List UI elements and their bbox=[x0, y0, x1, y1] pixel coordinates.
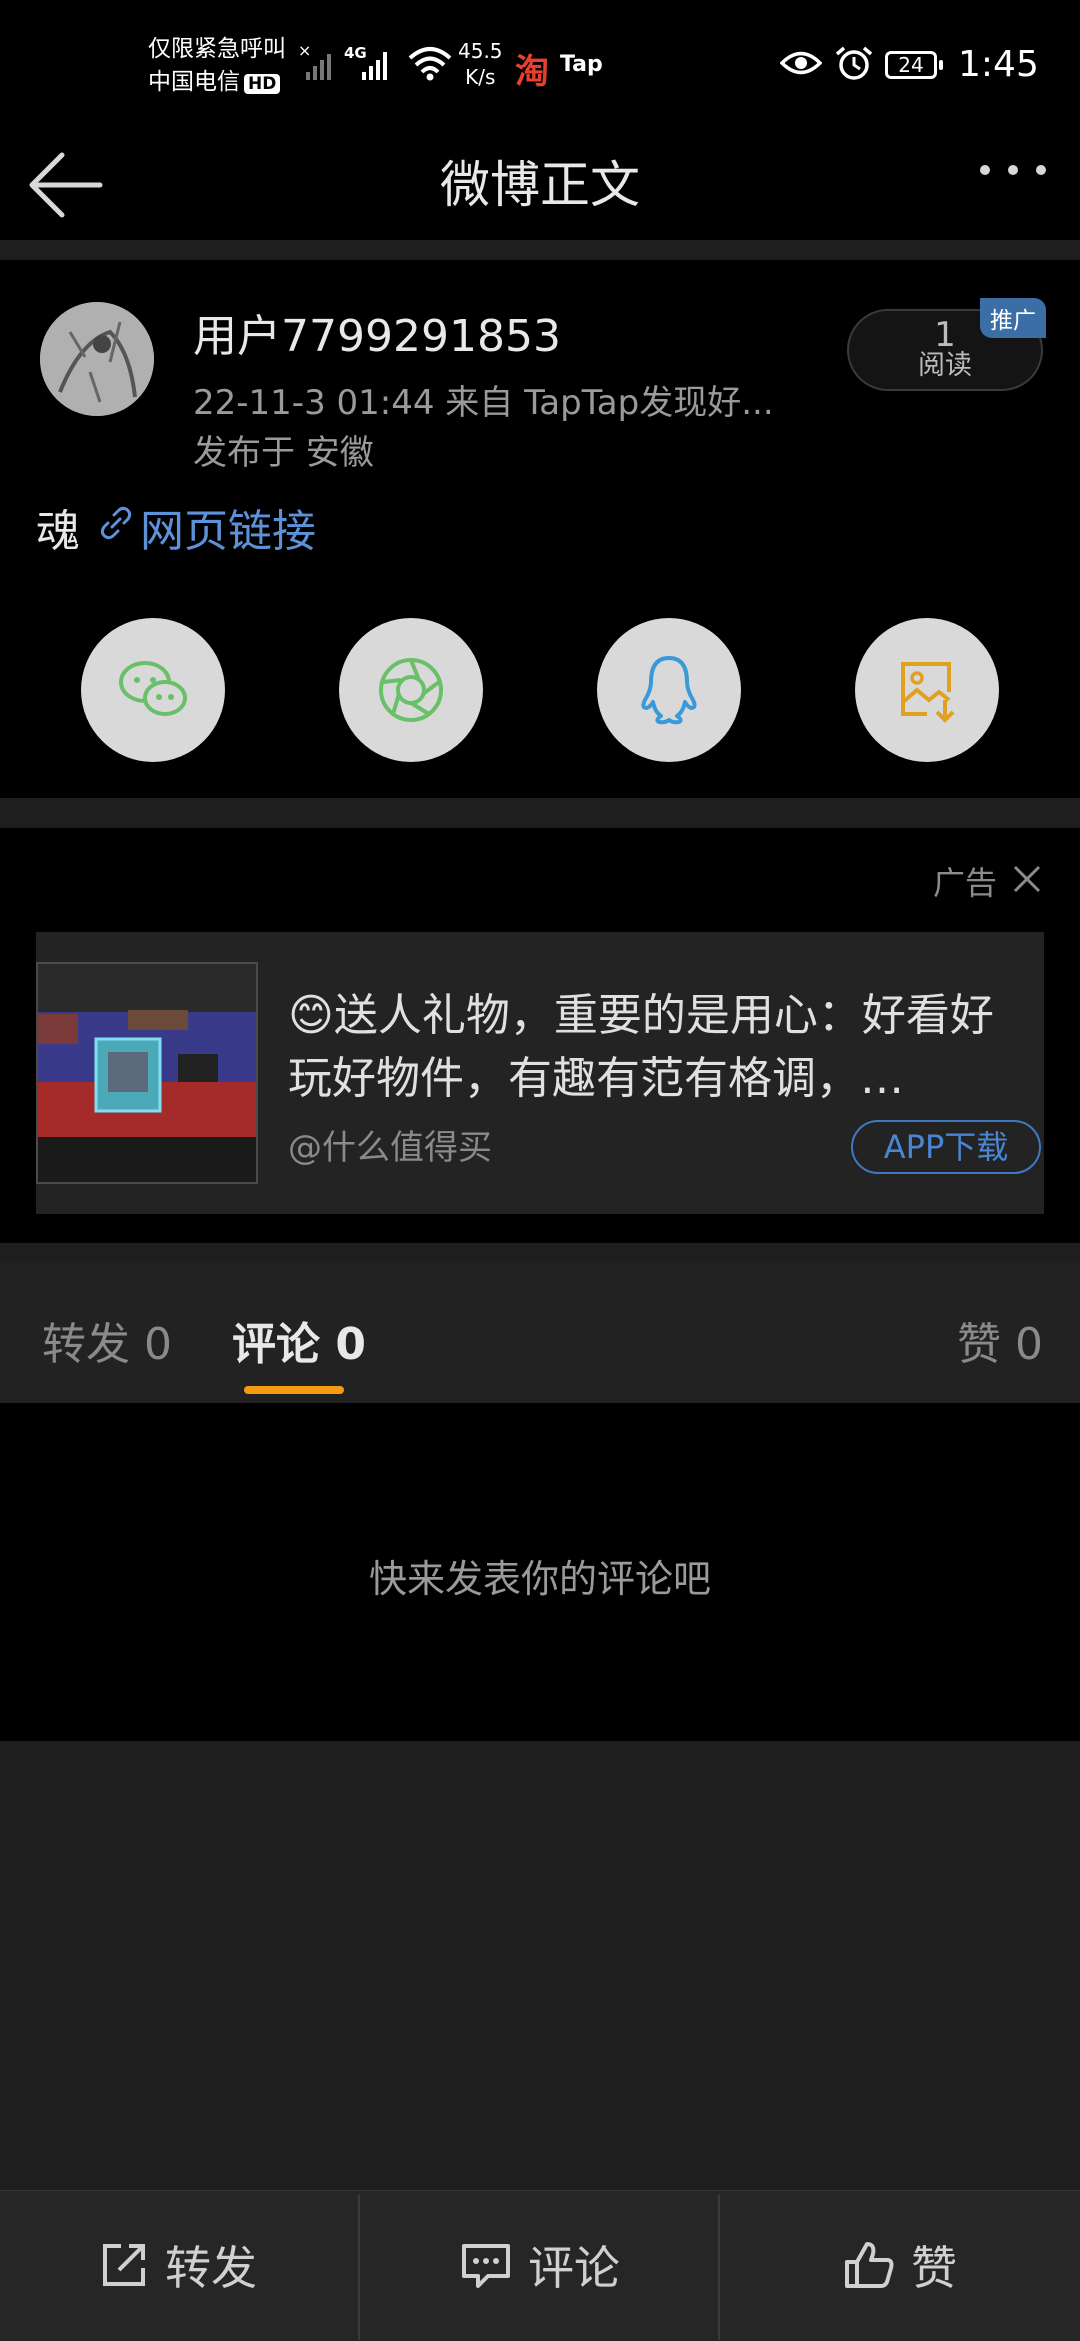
tab-repost[interactable]: 转发 0 bbox=[42, 1308, 172, 1372]
divider bbox=[0, 1243, 1080, 1263]
post-content: 魂 bbox=[36, 506, 80, 557]
page-title: 微博正文 bbox=[440, 156, 640, 214]
save-image-button[interactable] bbox=[855, 618, 999, 762]
emergency-text: 仅限紧急呼叫 bbox=[148, 36, 286, 62]
ad-source: @什么值得买 bbox=[288, 1128, 492, 1168]
comment-label: 评论 bbox=[528, 2241, 620, 2295]
ad-title[interactable]: 😊送人礼物，重要的是用心：好看好玩好物件，有趣有范有格调，… bbox=[288, 984, 1018, 1110]
divider bbox=[718, 2195, 720, 2340]
carrier-name: 中国电信 bbox=[148, 69, 240, 95]
eye-icon bbox=[780, 51, 822, 75]
comment-icon bbox=[462, 2244, 510, 2288]
network-speed: 45.5 K/s bbox=[458, 38, 503, 90]
repost-label: 转发 bbox=[165, 2241, 257, 2295]
save-image-icon bbox=[901, 662, 955, 723]
taptap-notification-icon: Tap bbox=[560, 52, 603, 77]
comment-button[interactable]: 评论 bbox=[362, 2190, 718, 2340]
share-qq-button[interactable] bbox=[597, 618, 741, 762]
carrier-info: 仅限紧急呼叫 中国电信 HD bbox=[148, 33, 286, 99]
battery-icon: 24 bbox=[885, 51, 943, 79]
repost-icon bbox=[103, 2244, 145, 2286]
signal-4g-icon: 4G bbox=[344, 44, 387, 80]
share-moments-button[interactable] bbox=[339, 618, 483, 762]
like-label: 赞 bbox=[911, 2241, 957, 2295]
like-button[interactable]: 赞 bbox=[722, 2190, 1078, 2340]
avatar[interactable] bbox=[40, 302, 154, 416]
speed-unit: K/s bbox=[465, 65, 496, 89]
moments-icon bbox=[379, 658, 443, 722]
speed-value: 45.5 bbox=[458, 39, 503, 63]
wechat-icon bbox=[119, 661, 187, 716]
qq-icon bbox=[641, 656, 697, 725]
ad-title-text: 送人礼物，重要的是用心：好看好玩好物件，有趣有范有格调，… bbox=[288, 990, 994, 1104]
active-tab-indicator bbox=[244, 1386, 344, 1394]
signal-icon: × bbox=[298, 42, 331, 80]
taobao-notification-icon: 淘 bbox=[515, 52, 549, 92]
ad-label: 广告 bbox=[933, 864, 998, 902]
app-download-button[interactable]: APP下载 bbox=[851, 1120, 1041, 1174]
empty-comments-text[interactable]: 快来发表你的评论吧 bbox=[0, 1548, 1080, 1603]
web-link[interactable]: 网页链接 bbox=[140, 495, 316, 559]
clock: 1:45 bbox=[958, 44, 1039, 85]
hd-badge: HD bbox=[244, 74, 281, 94]
post-meta: 22-11-3 01:44 来自 TapTap发现好... bbox=[193, 383, 774, 423]
divider bbox=[358, 2195, 360, 2340]
repost-button[interactable]: 转发 bbox=[0, 2190, 356, 2340]
tab-comment[interactable]: 评论 0 bbox=[232, 1308, 366, 1372]
alarm-icon bbox=[835, 46, 873, 80]
divider bbox=[0, 240, 1080, 260]
wifi-icon bbox=[408, 47, 452, 81]
post-location: 发布于 安徽 bbox=[193, 433, 374, 473]
share-wechat-button[interactable] bbox=[81, 618, 225, 762]
avatar-image bbox=[40, 302, 154, 416]
svg-text:×: × bbox=[298, 42, 311, 60]
read-label: 阅读 bbox=[918, 350, 972, 381]
tab-like[interactable]: 赞 0 bbox=[957, 1308, 1043, 1372]
link-icon bbox=[100, 506, 132, 540]
divider bbox=[0, 798, 1080, 828]
promo-badge: 推广 bbox=[980, 298, 1046, 338]
username[interactable]: 用户7799291853 bbox=[193, 300, 561, 364]
ad-image[interactable] bbox=[36, 962, 258, 1184]
smile-emoji-icon: 😊 bbox=[288, 990, 334, 1041]
svg-text:4G: 4G bbox=[344, 44, 367, 62]
ad-thumbnail bbox=[38, 964, 256, 1182]
thumbs-up-icon bbox=[845, 2242, 894, 2288]
more-dots-icon[interactable] bbox=[978, 160, 1048, 180]
close-icon[interactable] bbox=[1012, 864, 1042, 894]
